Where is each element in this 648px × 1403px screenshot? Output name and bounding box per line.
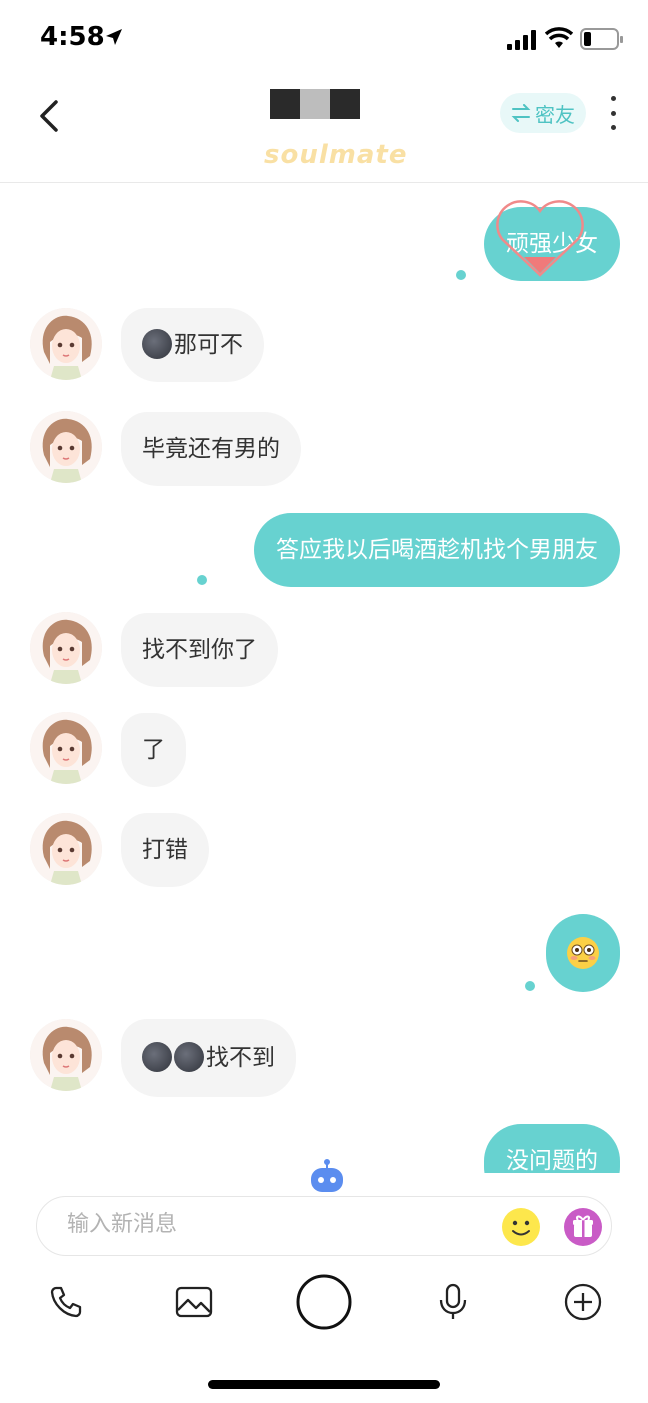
flushed-face-emoji <box>567 937 599 969</box>
home-indicator[interactable] <box>208 1380 440 1389</box>
bottom-toolbar <box>0 1270 648 1334</box>
new-moon-face-emoji <box>142 328 172 359</box>
message-list[interactable]: 顽强少女 那可不 毕竟还有男的 答应我以后喝酒趁机找个男朋友 找不到你了 了 打… <box>0 183 648 1173</box>
phone-icon <box>50 1286 82 1318</box>
camera-shutter-button[interactable] <box>292 1270 356 1334</box>
emoji-smile-button-icon[interactable] <box>501 1207 541 1247</box>
contact-avatar[interactable] <box>30 308 102 380</box>
back-arrow-icon[interactable] <box>30 96 70 136</box>
photo-album-button[interactable] <box>162 1270 226 1334</box>
contact-avatar[interactable] <box>30 813 102 885</box>
contact-avatar[interactable] <box>30 1019 102 1091</box>
message-bubble-incoming[interactable]: 打错 <box>121 813 209 887</box>
contact-avatar[interactable] <box>30 411 102 483</box>
message-bubble-incoming[interactable]: 找不到你了 <box>121 613 278 687</box>
gift-button-icon[interactable] <box>563 1207 603 1247</box>
read-indicator <box>197 575 207 585</box>
image-icon <box>175 1286 213 1318</box>
message-text: 了 <box>142 737 165 763</box>
swap-arrows-icon <box>511 104 531 122</box>
message-text: 打错 <box>142 837 188 863</box>
message-bubble-outgoing[interactable] <box>546 914 620 992</box>
status-bar: 4:58 <box>0 0 648 78</box>
message-text: 那可不 <box>174 332 243 358</box>
voice-message-button[interactable] <box>421 1270 485 1334</box>
message-input-bar <box>36 1196 612 1256</box>
more-options-button[interactable] <box>604 96 622 130</box>
message-text: 毕竟还有男的 <box>142 436 280 462</box>
contact-avatar[interactable] <box>30 712 102 784</box>
message-text: 没问题的 <box>506 1148 598 1173</box>
cellular-signal-icon <box>507 30 536 50</box>
microphone-icon <box>439 1283 467 1319</box>
relation-status-button[interactable]: 密友 <box>500 93 586 133</box>
location-arrow-icon <box>106 29 122 45</box>
message-text: 找不到你了 <box>142 637 257 663</box>
soulmate-logo: soulmate <box>264 140 408 170</box>
voice-call-button[interactable] <box>34 1270 98 1334</box>
message-text: 答应我以后喝酒趁机找个男朋友 <box>276 537 598 563</box>
message-bubble-outgoing[interactable]: 没问题的 <box>484 1124 620 1173</box>
camera-shutter-icon <box>296 1274 352 1330</box>
message-bubble-incoming[interactable]: 毕竟还有男的 <box>121 412 301 486</box>
wifi-icon <box>545 27 573 48</box>
relation-label: 密友 <box>535 102 575 127</box>
message-input[interactable] <box>65 1211 489 1238</box>
status-time: 4:58 <box>40 22 105 52</box>
battery-icon <box>580 28 623 50</box>
contact-avatar[interactable] <box>30 612 102 684</box>
plus-icon <box>564 1283 602 1321</box>
read-indicator <box>456 270 466 280</box>
new-moon-face-emoji <box>174 1041 204 1072</box>
robot-assistant-icon[interactable] <box>308 1158 346 1194</box>
contact-name-redacted <box>270 89 360 119</box>
chat-header: soulmate 密友 <box>0 78 648 183</box>
heart-sticker-icon <box>496 200 584 277</box>
message-bubble-incoming[interactable]: 找不到 <box>121 1019 296 1097</box>
message-bubble-incoming[interactable]: 了 <box>121 713 186 787</box>
new-moon-face-emoji <box>142 1041 172 1072</box>
read-indicator <box>525 981 535 991</box>
more-actions-button[interactable] <box>551 1270 615 1334</box>
message-bubble-incoming[interactable]: 那可不 <box>121 308 264 382</box>
message-bubble-outgoing[interactable]: 答应我以后喝酒趁机找个男朋友 <box>254 513 620 587</box>
message-text: 找不到 <box>206 1045 275 1071</box>
